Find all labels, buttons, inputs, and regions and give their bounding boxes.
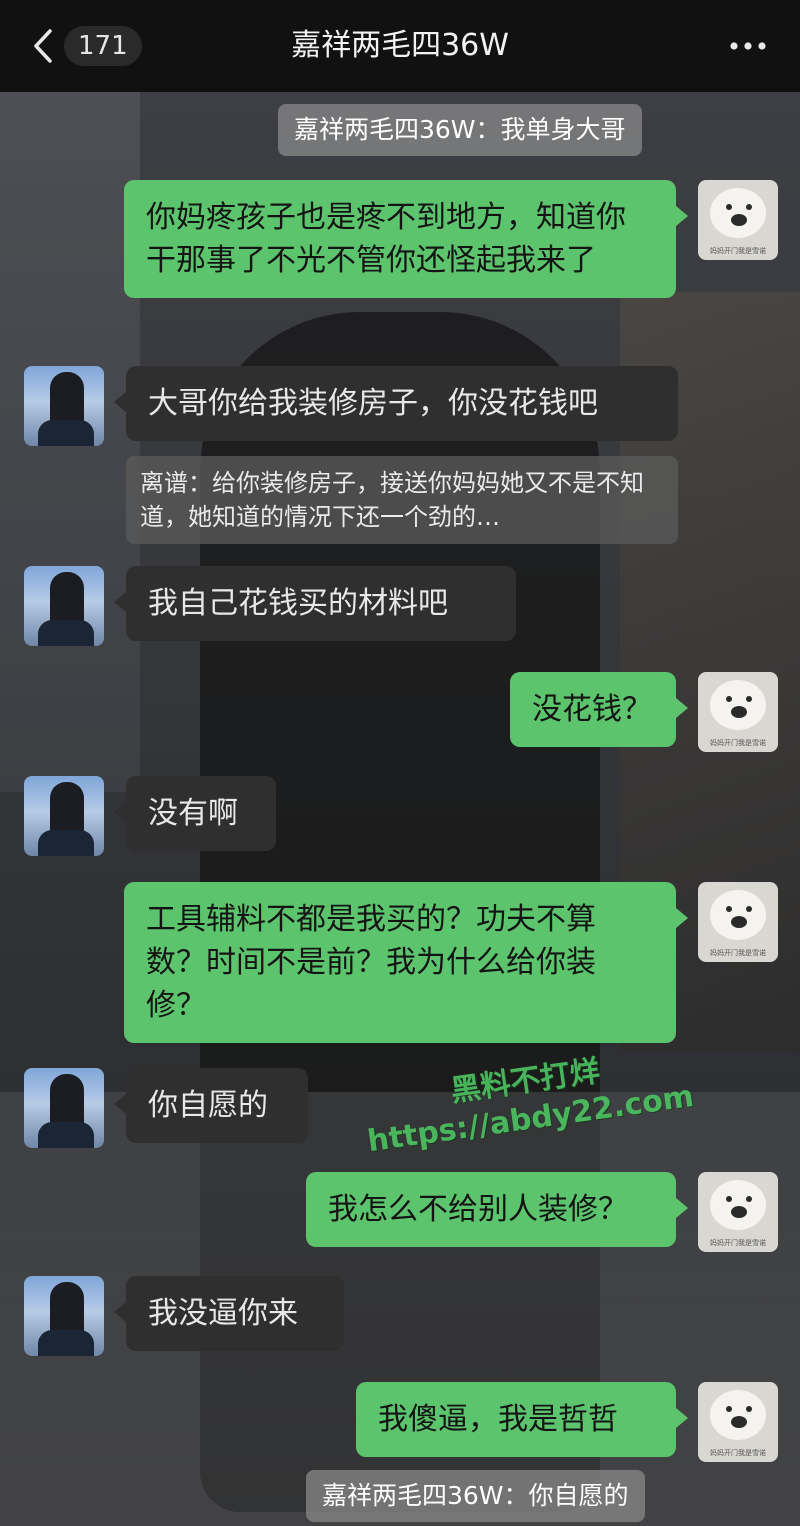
received-message-bubble[interactable]: 大哥你给我装修房子，你没花钱吧 [114,366,678,441]
top-bar: 171 嘉祥两毛四36W [0,0,800,92]
received-message-bubble[interactable]: 我没逼你来 [114,1276,344,1351]
system-notice: 嘉祥两毛四36W：我单身大哥 [278,104,642,156]
sent-message-bubble[interactable]: 我傻逼，我是哲哲 [356,1382,688,1457]
my-avatar[interactable]: 妈妈开门我是雪诺 [698,180,778,260]
my-avatar[interactable]: 妈妈开门我是雪诺 [698,882,778,962]
sent-message-bubble[interactable]: 你妈疼孩子也是疼不到地方，知道你干那事了不光不管你还怪起我来了 [124,180,688,298]
contact-avatar[interactable] [24,1068,104,1148]
quoted-message[interactable]: 离谱：给你装修房子，接送你妈妈她又不是不知道，她知道的情况下还一个劲的… [126,456,678,544]
more-options-icon[interactable] [730,42,766,50]
sent-message-bubble[interactable]: 我怎么不给别人装修？ [306,1172,688,1247]
contact-avatar[interactable] [24,366,104,446]
avatar-caption: 妈妈开门我是雪诺 [710,949,766,957]
received-message-bubble[interactable]: 你自愿的 [114,1068,308,1143]
my-avatar[interactable]: 妈妈开门我是雪诺 [698,672,778,752]
avatar-caption: 妈妈开门我是雪诺 [710,1239,766,1247]
my-avatar[interactable]: 妈妈开门我是雪诺 [698,1382,778,1462]
sent-message-bubble[interactable]: 工具辅料不都是我买的？功夫不算数？时间不是前？我为什么给你装修？ [124,882,688,1043]
my-avatar[interactable]: 妈妈开门我是雪诺 [698,1172,778,1252]
avatar-caption: 妈妈开门我是雪诺 [710,1449,766,1457]
contact-avatar[interactable] [24,776,104,856]
sent-message-bubble[interactable]: 没花钱？ [510,672,688,747]
chat-title: 嘉祥两毛四36W [291,28,509,63]
received-message-bubble[interactable]: 我自己花钱买的材料吧 [114,566,516,641]
system-notice: 嘉祥两毛四36W：你自愿的 [306,1470,645,1522]
received-message-bubble[interactable]: 没有啊 [114,776,276,851]
contact-avatar[interactable] [24,566,104,646]
avatar-caption: 妈妈开门我是雪诺 [710,247,766,255]
avatar-caption: 妈妈开门我是雪诺 [710,739,766,747]
contact-avatar[interactable] [24,1276,104,1356]
